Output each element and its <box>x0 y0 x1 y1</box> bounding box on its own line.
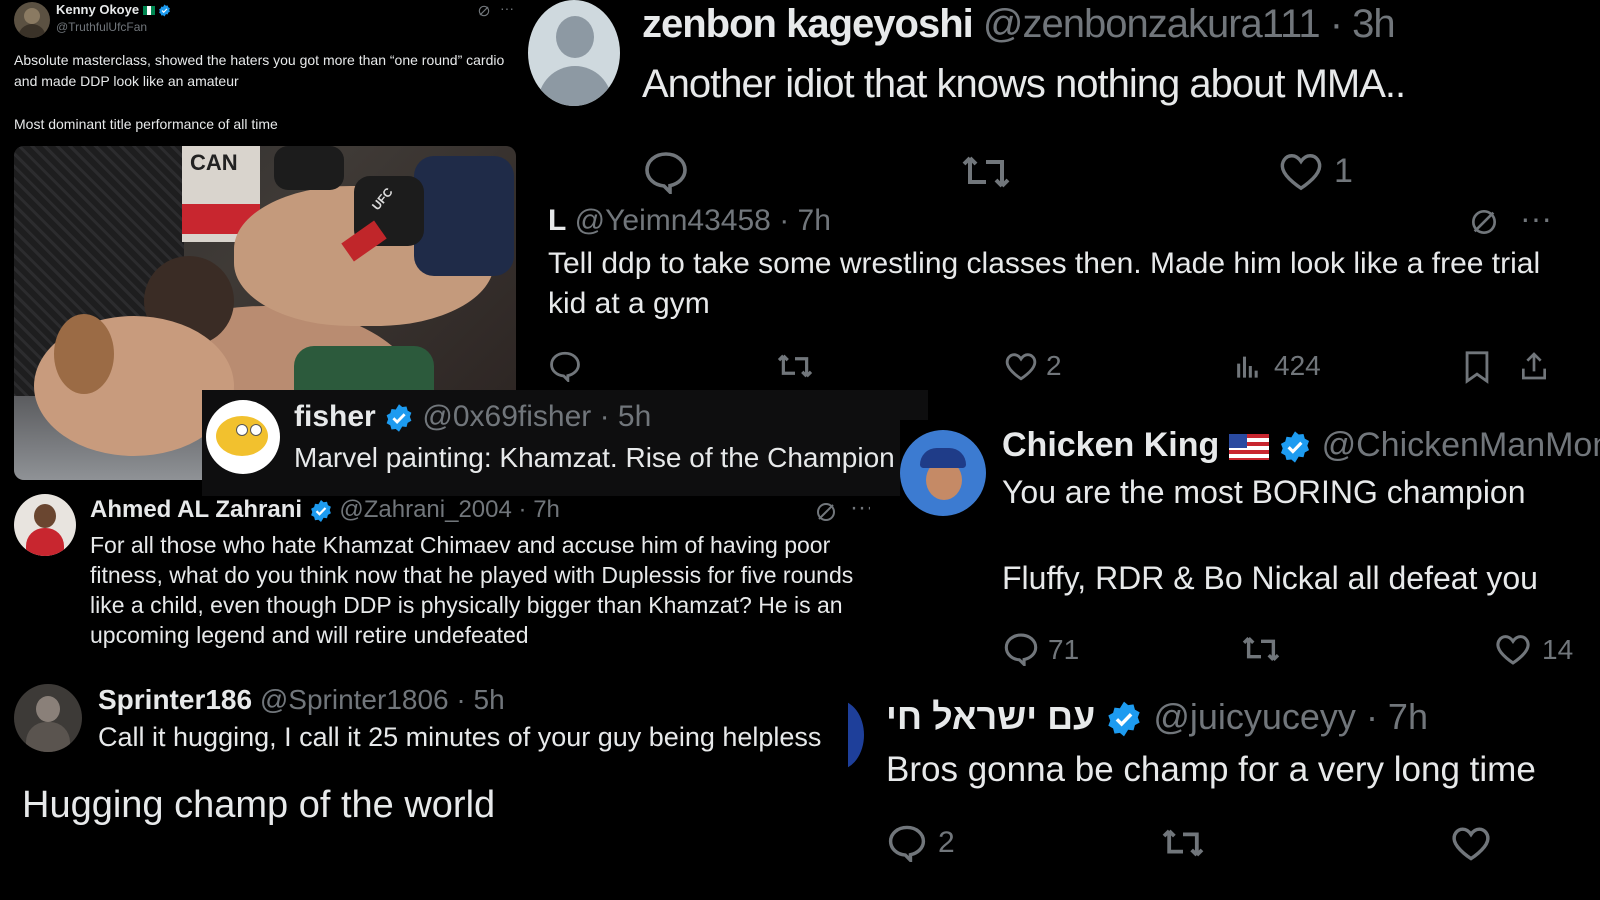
timestamp[interactable]: · 7h <box>1366 696 1428 737</box>
user-handle[interactable]: @0x69fisher <box>422 400 591 433</box>
tweet-text: Bros gonna be champ for a very long time <box>886 750 1536 789</box>
nigeria-flag-icon <box>142 6 155 16</box>
reply-icon[interactable] <box>886 824 928 862</box>
avatar[interactable] <box>206 400 280 474</box>
verified-badge-icon <box>386 404 412 432</box>
avatar[interactable] <box>528 0 620 106</box>
user-handle[interactable]: @ChickenManMon <box>1322 426 1600 464</box>
tweet-text-2: Fluffy, RDR & Bo Nickal all defeat you <box>1002 560 1538 596</box>
timestamp[interactable]: · 5h <box>456 684 504 715</box>
tweet-text-2: Most dominant title performance of all t… <box>14 116 278 132</box>
like-count: 2 <box>1046 350 1062 381</box>
user-handle[interactable]: @juicyuceyy <box>1153 696 1356 737</box>
reply-icon[interactable] <box>1002 632 1040 666</box>
more-options-icon[interactable]: ··· <box>850 494 870 522</box>
tweet-text: You are the most BORING champion <box>1002 474 1526 510</box>
grok-icon[interactable] <box>814 500 838 524</box>
caption-text: Hugging champ of the world <box>22 784 496 826</box>
like-icon[interactable] <box>1450 824 1492 862</box>
like-icon[interactable] <box>1494 632 1532 666</box>
grok-icon[interactable] <box>477 4 491 18</box>
verified-badge-icon <box>1108 702 1140 737</box>
display-name[interactable]: עם ישראל חי <box>886 696 1095 737</box>
tweet-text: Absolute masterclass, showed the haters … <box>14 52 505 89</box>
avatar[interactable] <box>14 494 76 556</box>
us-flag-icon <box>1228 434 1269 461</box>
tweet-chicken-king: Chicken King @ChickenManMon You are the … <box>900 420 1600 680</box>
tweet-text: For all those who hate Khamzat Chimaev a… <box>90 532 854 648</box>
tweet-text: Another idiot that knows nothing about M… <box>642 62 1406 106</box>
tweet-text: Tell ddp to take some wrestling classes … <box>548 247 1541 320</box>
share-icon[interactable] <box>1518 350 1550 382</box>
tweet-fisher: fisher @0x69fisher · 5h Marvel painting:… <box>202 390 928 496</box>
display-name[interactable]: Sprinter186 <box>98 684 252 715</box>
tweet-zenbon: zenbon kageyoshi @zenbonzakura111 · 3h A… <box>528 0 1600 200</box>
display-name[interactable]: zenbon kageyoshi <box>642 2 974 46</box>
like-count: 1 <box>1334 152 1353 190</box>
avatar[interactable] <box>14 2 50 38</box>
like-icon[interactable] <box>1278 150 1324 192</box>
retweet-icon[interactable] <box>776 350 814 382</box>
view-count: 424 <box>1274 350 1321 381</box>
timestamp[interactable]: · 5h <box>600 400 652 433</box>
retweet-icon[interactable] <box>1160 824 1206 862</box>
photo-sign-text: CAN <box>190 150 238 175</box>
avatar[interactable] <box>900 430 986 516</box>
user-handle[interactable]: @Yeimn43458 <box>575 204 771 237</box>
user-handle[interactable]: @zenbonzakura111 <box>983 2 1321 46</box>
reply-icon[interactable] <box>642 150 690 194</box>
like-icon[interactable] <box>1004 350 1038 382</box>
avatar[interactable] <box>14 684 82 752</box>
views-icon[interactable] <box>1234 352 1262 380</box>
display-name[interactable]: Chicken King <box>1002 426 1219 464</box>
tweet-ahmed: Ahmed AL Zahrani @Zahrani_2004 · 7h ··· … <box>0 490 870 676</box>
timestamp[interactable]: · 7h <box>779 204 831 237</box>
more-options-icon[interactable]: ··· <box>500 0 514 16</box>
user-handle[interactable]: @Sprinter1806 <box>260 684 449 715</box>
user-handle[interactable]: @Zahrani_2004 <box>339 496 511 523</box>
timestamp[interactable]: · 7h <box>519 496 560 523</box>
avatar[interactable] <box>848 700 864 770</box>
grok-icon[interactable] <box>1468 206 1500 238</box>
tweet-hebrew-user: עם ישראל חי @juicyuceyy · 7h Bros gonna … <box>848 690 1600 900</box>
tweet-l: L @Yeimn43458 · 7h ··· Tell ddp to take … <box>528 200 1600 400</box>
display-name[interactable]: L <box>548 204 566 237</box>
timestamp[interactable]: · 3h <box>1330 2 1396 46</box>
retweet-icon[interactable] <box>1240 632 1282 666</box>
bookmark-icon[interactable] <box>1462 350 1492 384</box>
verified-badge-icon <box>1281 431 1310 463</box>
user-handle[interactable]: @TruthfulUfcFan <box>56 20 147 34</box>
reply-count: 2 <box>938 826 955 859</box>
tweet-sprinter: Sprinter186 @Sprinter1806 · 5h Call it h… <box>0 676 840 900</box>
verified-badge-icon <box>159 4 171 17</box>
more-options-icon[interactable]: ··· <box>1520 200 1552 237</box>
retweet-icon[interactable] <box>960 150 1012 194</box>
like-count: 14 <box>1542 634 1574 665</box>
reply-count: 71 <box>1048 634 1080 665</box>
tweet-text: Marvel painting: Khamzat. Rise of the Ch… <box>294 442 895 473</box>
display-name[interactable]: Kenny Okoye <box>56 2 139 17</box>
display-name[interactable]: Ahmed AL Zahrani <box>90 496 302 523</box>
display-name[interactable]: fisher <box>294 400 376 433</box>
verified-badge-icon <box>310 499 331 522</box>
tweet-text: Call it hugging, I call it 25 minutes of… <box>98 722 822 752</box>
reply-icon[interactable] <box>548 350 582 382</box>
